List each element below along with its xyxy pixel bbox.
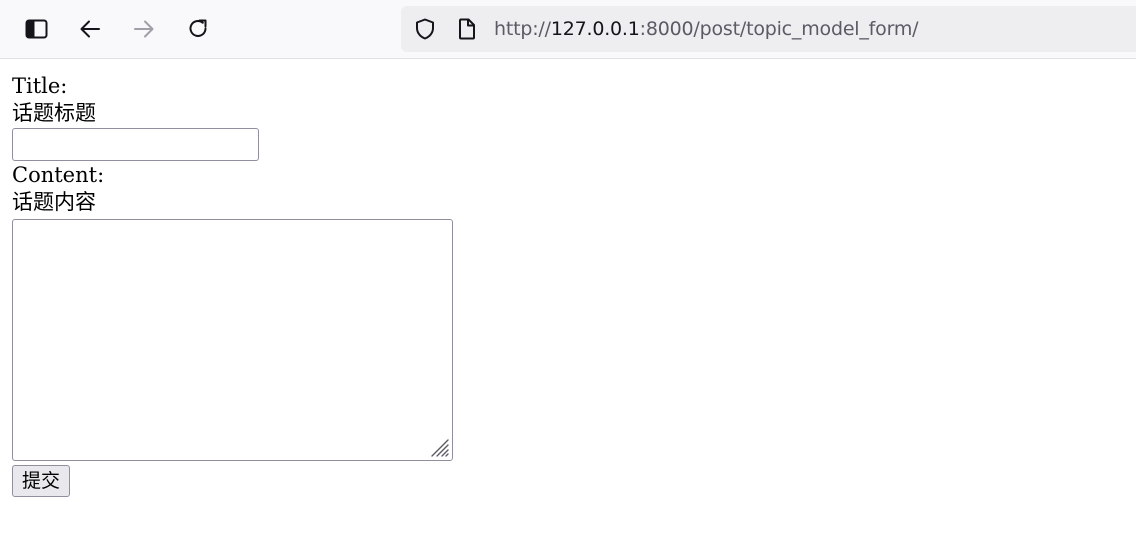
- resize-grip-icon[interactable]: [427, 435, 449, 457]
- content-help-text: 话题内容: [12, 190, 96, 214]
- page-icon[interactable]: [455, 17, 479, 41]
- sidebar-icon: [24, 17, 48, 41]
- forward-button[interactable]: [128, 13, 160, 45]
- content-label: Content:: [12, 163, 105, 187]
- forward-arrow-icon: [132, 17, 156, 41]
- browser-toolbar: http://127.0.0.1:8000/post/topic_model_f…: [0, 0, 1136, 59]
- back-button[interactable]: [74, 13, 106, 45]
- title-help-text: 话题标题: [12, 101, 96, 125]
- page-content: Title: 话题标题 Content: 话题内容 提交: [0, 60, 1136, 535]
- submit-button[interactable]: 提交: [12, 465, 70, 497]
- back-arrow-icon: [78, 17, 102, 41]
- url-host: 127.0.0.1: [550, 18, 640, 40]
- url-scheme: http://: [494, 18, 551, 40]
- reload-icon: [186, 17, 210, 41]
- sidebar-toggle-button[interactable]: [20, 13, 52, 45]
- reload-button[interactable]: [182, 13, 214, 45]
- shield-icon[interactable]: [413, 17, 437, 41]
- content-textarea[interactable]: [12, 219, 453, 461]
- title-input[interactable]: [12, 128, 259, 161]
- url-path: :8000/post/topic_model_form/: [639, 18, 919, 40]
- title-label: Title:: [12, 74, 68, 98]
- url-bar[interactable]: http://127.0.0.1:8000/post/topic_model_f…: [401, 6, 1136, 52]
- url-text[interactable]: http://127.0.0.1:8000/post/topic_model_f…: [494, 18, 919, 40]
